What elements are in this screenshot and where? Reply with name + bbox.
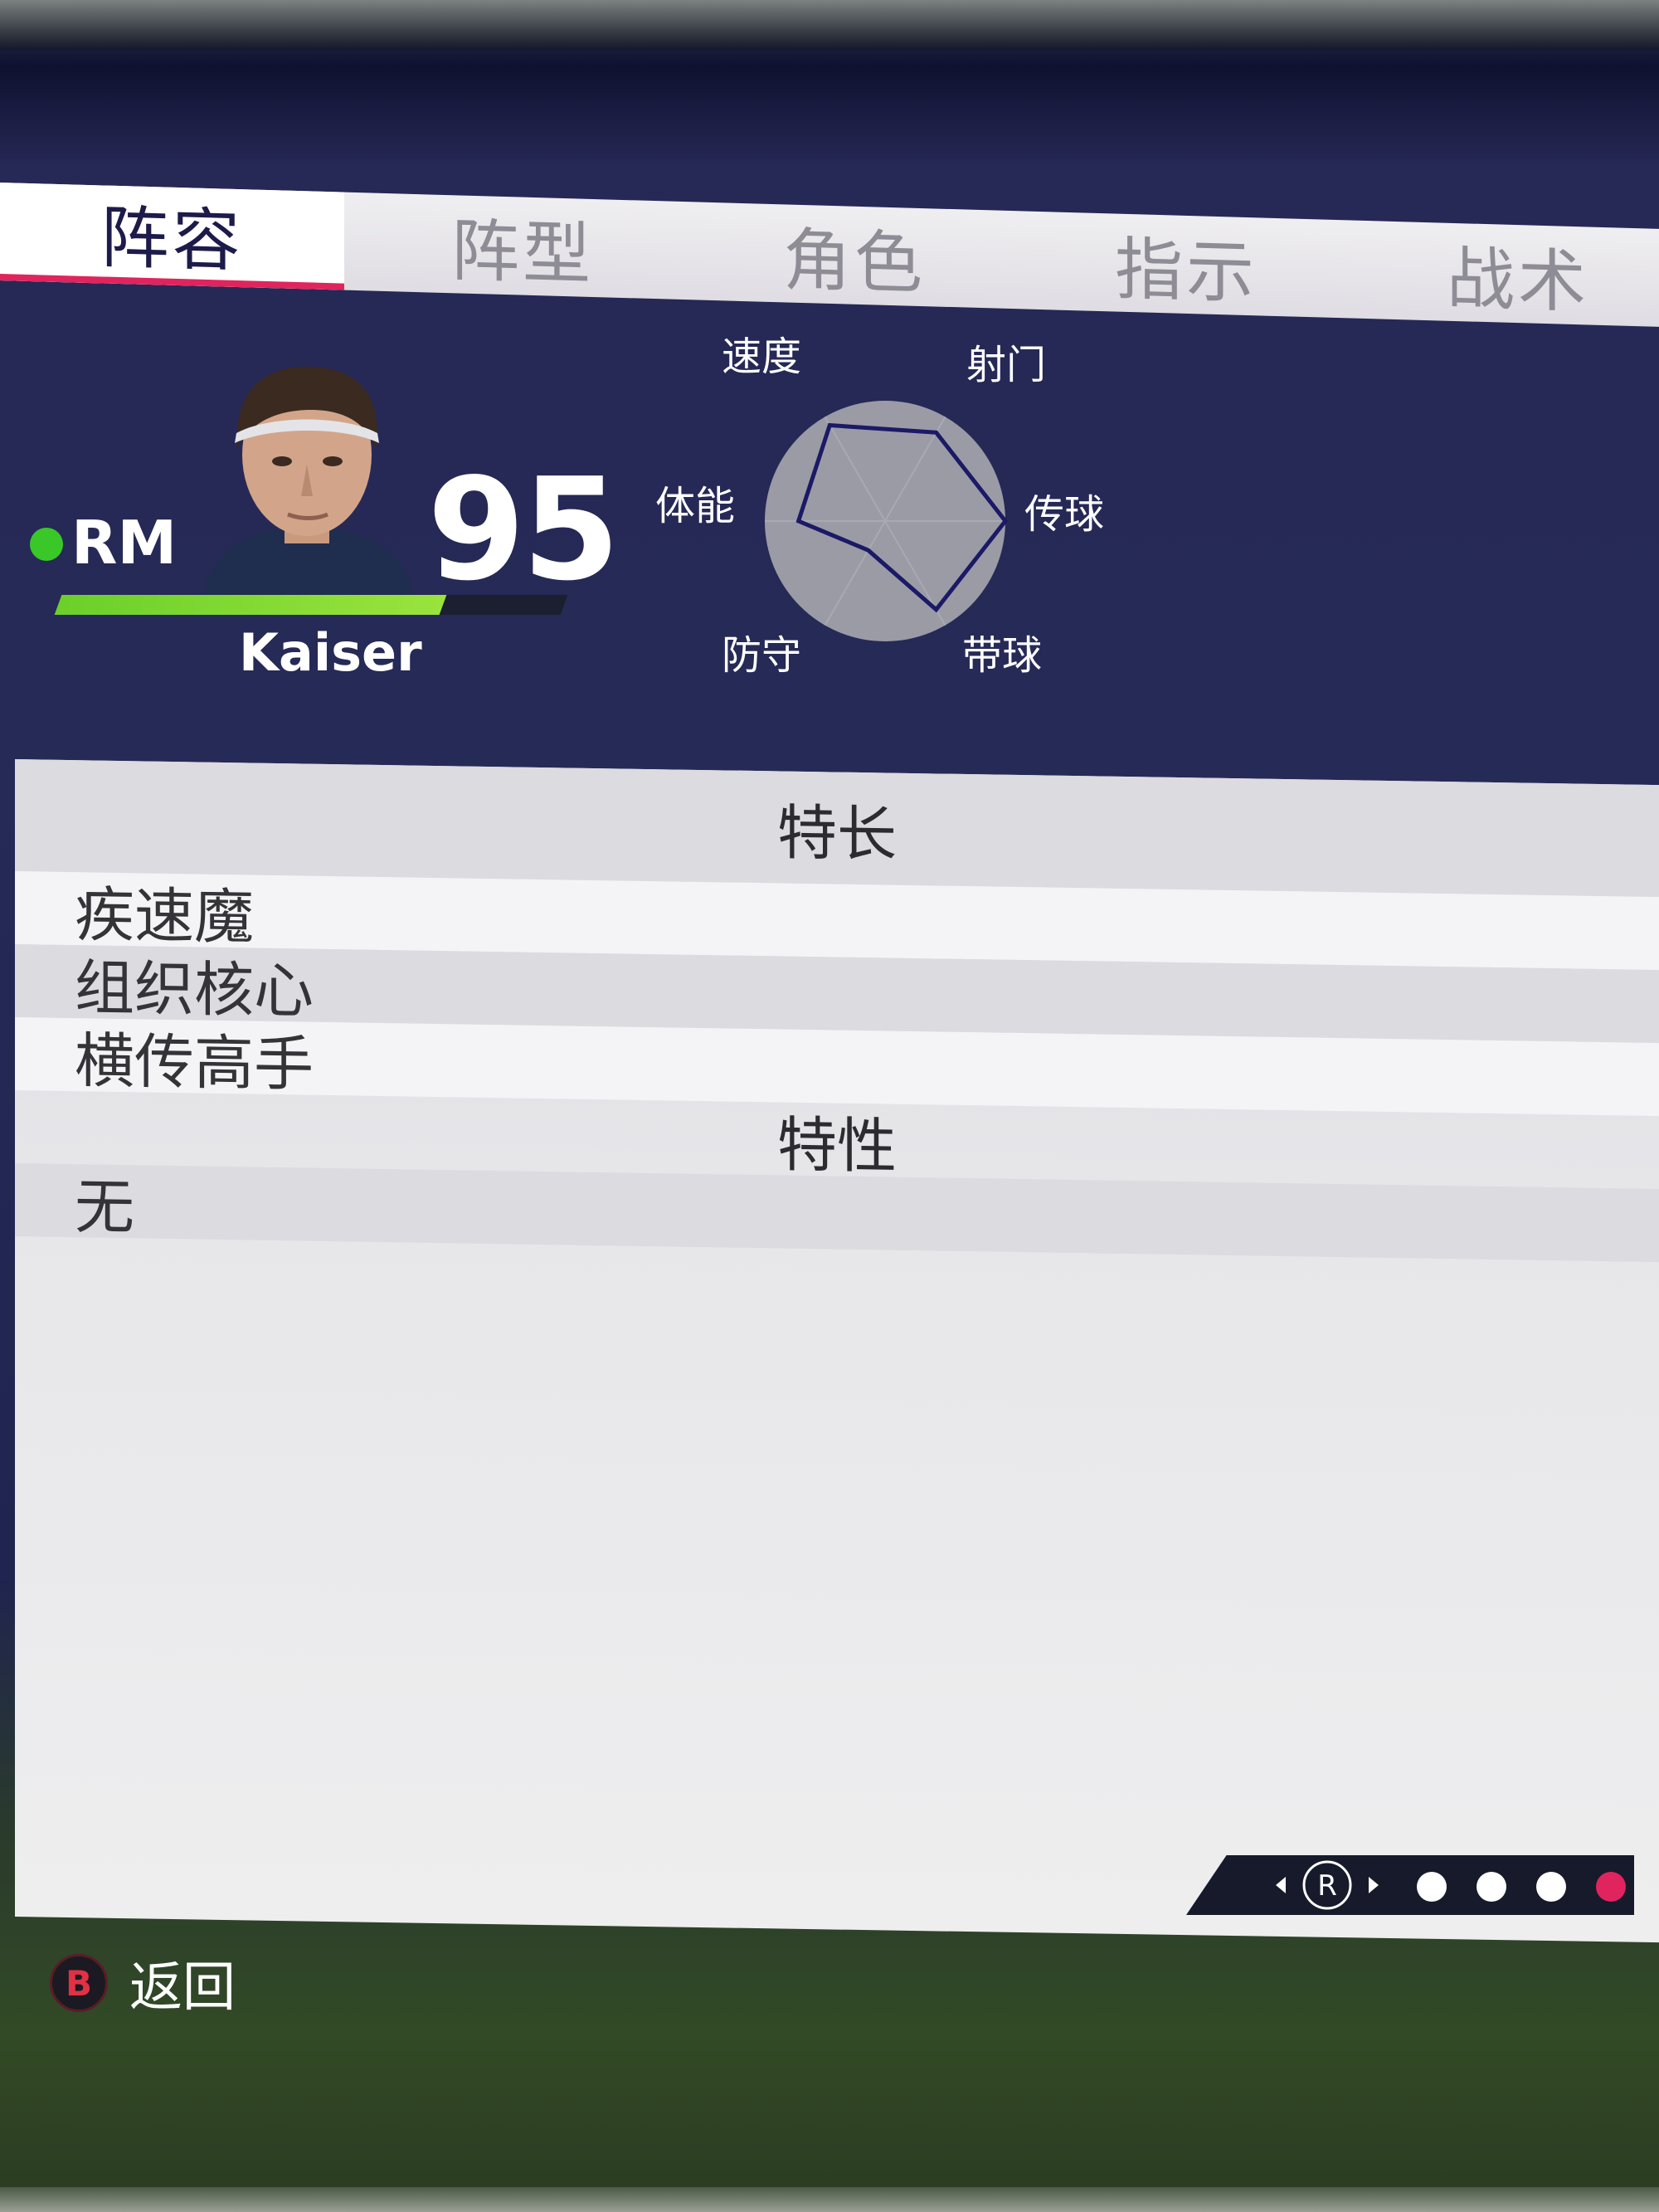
radar-plot: [765, 401, 1009, 641]
player-status-dot: [30, 528, 63, 561]
tab-formation[interactable]: 阵型: [357, 192, 688, 300]
page-indicator: R: [1186, 1855, 1634, 1915]
screen-bezel-bottom: [0, 2187, 1659, 2212]
right-stick-label: R: [1317, 1869, 1337, 1903]
b-button-icon: B: [50, 1954, 108, 2012]
tab-squad-label: 阵容: [100, 197, 244, 281]
back-button[interactable]: B 返回: [50, 1945, 236, 2021]
specialty-label: 横传高手: [75, 1025, 314, 1099]
fitness-bar-fill: [54, 595, 446, 615]
specialties-title: 特长: [776, 797, 897, 870]
page-dot-active[interactable]: [1596, 1872, 1626, 1902]
screen-bezel-top: [0, 0, 1659, 50]
tab-tactics-label: 战术: [1446, 239, 1589, 323]
tab-formation-label: 阵型: [450, 211, 594, 295]
tab-roles-label: 角色: [782, 220, 926, 304]
attribute-radar: 速度 射门 传球 带球 防守 体能: [655, 324, 1136, 697]
fitness-bar: [54, 595, 568, 615]
tab-tactics[interactable]: 战术: [1352, 221, 1659, 328]
tab-instructions-label: 指示: [1114, 230, 1258, 313]
page-dot[interactable]: [1536, 1872, 1566, 1902]
back-label: 返回: [129, 1957, 236, 2019]
trait-label: 无: [75, 1171, 135, 1242]
traits-title: 特性: [776, 1108, 897, 1182]
page-dot[interactable]: [1477, 1872, 1506, 1902]
page-dot[interactable]: [1417, 1872, 1447, 1902]
tab-squad[interactable]: 阵容: [0, 183, 344, 290]
details-panel: 特长 疾速魔 组织核心 横传高手 特性 无: [15, 759, 1659, 1943]
player-name: Kaiser: [239, 622, 422, 683]
right-stick-icon[interactable]: R: [1269, 1859, 1385, 1912]
tab-roles[interactable]: 角色: [688, 202, 1020, 309]
player-portrait: [203, 366, 415, 597]
player-position: RM: [71, 508, 178, 577]
tab-instructions[interactable]: 指示: [1020, 211, 1352, 318]
player-rating: 95: [427, 448, 620, 612]
